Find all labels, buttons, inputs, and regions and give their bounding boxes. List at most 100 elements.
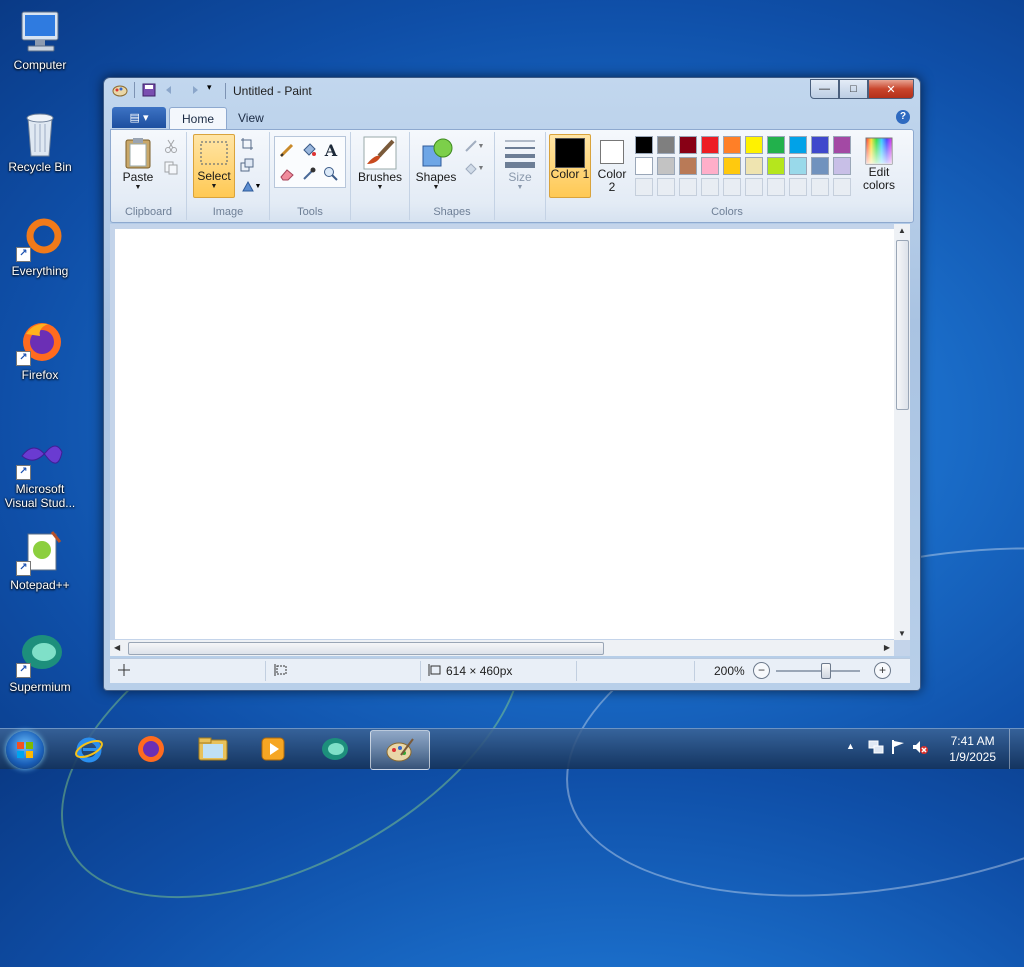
tab-view[interactable]: View	[226, 107, 276, 129]
minimize-button[interactable]: —	[810, 79, 839, 99]
custom-color-slot[interactable]	[745, 178, 763, 196]
redo-icon[interactable]	[185, 82, 201, 98]
network-icon[interactable]	[868, 739, 884, 758]
palette-swatch[interactable]	[701, 136, 719, 154]
taskbar-media-player[interactable]	[244, 730, 302, 768]
custom-color-slot[interactable]	[657, 178, 675, 196]
title-bar[interactable]: ▾ Untitled - Paint — □ ✕	[104, 78, 920, 104]
crop-icon[interactable]	[237, 134, 257, 154]
scroll-right-arrow-icon[interactable]: ▶	[884, 643, 890, 652]
taskbar-firefox[interactable]	[122, 730, 180, 768]
rotate-button[interactable]: ▼	[237, 176, 265, 196]
help-icon[interactable]: ?	[896, 110, 910, 124]
custom-color-slot[interactable]	[811, 178, 829, 196]
undo-icon[interactable]	[163, 82, 179, 98]
edit-colors-button[interactable]: Edit colors	[857, 136, 901, 192]
custom-color-slot[interactable]	[767, 178, 785, 196]
custom-color-slot[interactable]	[679, 178, 697, 196]
magnifier-icon[interactable]	[321, 164, 341, 184]
palette-swatch[interactable]	[767, 157, 785, 175]
taskbar-file-explorer[interactable]	[184, 730, 242, 768]
taskbar-internet-explorer[interactable]	[60, 730, 118, 768]
taskbar-supermium[interactable]	[306, 730, 364, 768]
color1-label: Color 1	[550, 167, 590, 181]
resize-icon[interactable]	[237, 155, 257, 175]
color2-button[interactable]: Color 2	[593, 134, 631, 196]
custom-color-slot[interactable]	[789, 178, 807, 196]
drawing-canvas[interactable]	[115, 229, 898, 639]
palette-swatch[interactable]	[723, 157, 741, 175]
vertical-scrollbar[interactable]: ▲ ▼	[894, 224, 910, 640]
volume-muted-icon[interactable]	[912, 739, 928, 758]
brushes-button[interactable]: Brushes ▼	[355, 136, 405, 191]
clock[interactable]: 7:41 AM 1/9/2025	[949, 733, 996, 765]
select-button[interactable]: Select ▼	[193, 134, 235, 198]
tab-home[interactable]: Home	[169, 107, 228, 130]
scroll-up-arrow-icon[interactable]: ▲	[898, 226, 906, 235]
palette-swatch[interactable]	[811, 136, 829, 154]
palette-swatch[interactable]	[657, 136, 675, 154]
zoom-in-button[interactable]: +	[874, 662, 891, 679]
text-tool-icon[interactable]: A	[321, 140, 341, 160]
desktop-icon-supermium[interactable]: ↗ Supermium	[0, 630, 80, 694]
save-icon[interactable]	[141, 82, 157, 98]
palette-swatch[interactable]	[767, 136, 785, 154]
maximize-button[interactable]: □	[839, 79, 868, 99]
fill-bucket-icon[interactable]	[299, 140, 319, 160]
desktop-icon-notepad-plus-plus[interactable]: ↗ Notepad++	[0, 528, 80, 592]
palette-swatch[interactable]	[701, 157, 719, 175]
horizontal-scrollbar[interactable]: ◀ ▶	[110, 640, 894, 656]
palette-swatch[interactable]	[789, 136, 807, 154]
palette-swatch[interactable]	[679, 136, 697, 154]
desktop-icon-everything[interactable]: ↗ Everything	[0, 214, 80, 278]
cut-icon[interactable]	[161, 136, 181, 156]
scroll-left-arrow-icon[interactable]: ◀	[114, 643, 120, 652]
desktop-icon-firefox[interactable]: ↗ Firefox	[0, 318, 80, 382]
shapes-button[interactable]: Shapes ▼	[414, 136, 458, 191]
show-desktop-button[interactable]	[1009, 729, 1024, 769]
palette-swatch[interactable]	[789, 157, 807, 175]
palette-swatch[interactable]	[635, 136, 653, 154]
custom-color-slot[interactable]	[833, 178, 851, 196]
desktop-icon-visual-studio[interactable]: ↗ Microsoft Visual Stud...	[0, 432, 80, 510]
zoom-slider-track[interactable]	[776, 670, 860, 672]
custom-color-slot[interactable]	[635, 178, 653, 196]
ribbon: Paste ▼ Clipboard Select ▼ ▼ Image A Too…	[110, 129, 914, 223]
custom-color-slot[interactable]	[701, 178, 719, 196]
palette-swatch[interactable]	[811, 157, 829, 175]
paint-menu-button[interactable]: ▤ ▾	[112, 107, 166, 128]
palette-swatch[interactable]	[723, 136, 741, 154]
zoom-slider-thumb[interactable]	[821, 663, 831, 679]
scroll-down-arrow-icon[interactable]: ▼	[898, 629, 906, 638]
start-button[interactable]	[6, 731, 44, 769]
desktop-icon-computer[interactable]: Computer	[0, 8, 80, 72]
customize-quick-access-icon[interactable]: ▾	[207, 82, 223, 98]
palette-swatch[interactable]	[833, 136, 851, 154]
action-center-flag-icon[interactable]	[890, 739, 906, 758]
color1-button[interactable]: Color 1	[549, 134, 591, 198]
internet-explorer-icon	[75, 737, 103, 763]
vertical-scroll-thumb[interactable]	[896, 240, 909, 410]
copy-icon[interactable]	[161, 158, 181, 178]
paste-button[interactable]: Paste ▼	[117, 136, 159, 191]
show-hidden-icons-icon[interactable]: ▲	[846, 741, 855, 751]
color-picker-icon[interactable]	[299, 164, 319, 184]
palette-swatch[interactable]	[635, 157, 653, 175]
zoom-out-button[interactable]: −	[753, 662, 770, 679]
palette-swatch[interactable]	[745, 157, 763, 175]
palette-swatch[interactable]	[657, 157, 675, 175]
fill-button[interactable]: ▼	[460, 158, 488, 178]
palette-swatch[interactable]	[745, 136, 763, 154]
custom-color-slot[interactable]	[723, 178, 741, 196]
pencil-icon[interactable]	[277, 140, 297, 160]
close-button[interactable]: ✕	[868, 79, 914, 99]
desktop-icon-recycle-bin[interactable]: Recycle Bin	[0, 110, 80, 174]
outline-button[interactable]: ▼	[460, 136, 488, 156]
palette-swatch[interactable]	[833, 157, 851, 175]
eraser-icon[interactable]	[277, 164, 297, 184]
horizontal-scroll-thumb[interactable]	[128, 642, 604, 655]
color2-swatch	[600, 140, 624, 164]
taskbar-paint[interactable]	[370, 730, 430, 770]
size-button[interactable]: Size ▼	[499, 136, 541, 191]
palette-swatch[interactable]	[679, 157, 697, 175]
